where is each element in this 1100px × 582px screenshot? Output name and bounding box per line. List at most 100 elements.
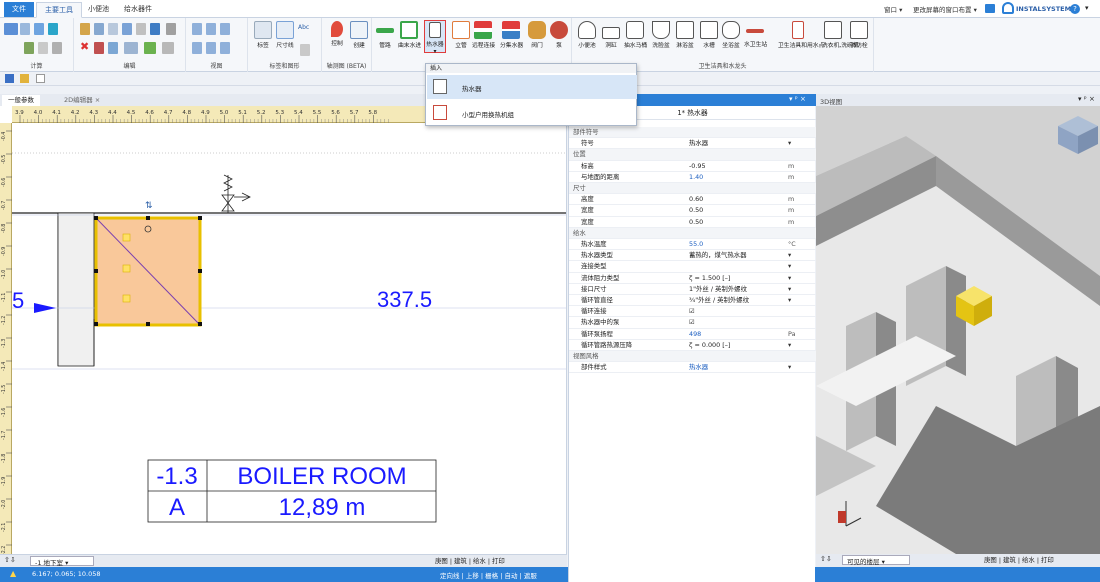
property-value[interactable]: ☑ — [689, 317, 695, 328]
connection-point[interactable] — [122, 233, 131, 242]
grid-icon[interactable] — [38, 42, 48, 54]
riser-button[interactable]: 立管 — [450, 21, 472, 49]
align-icon[interactable] — [150, 23, 160, 35]
screen-icon[interactable] — [985, 4, 995, 13]
view-tab-print[interactable]: 打印 — [492, 557, 505, 565]
property-row[interactable]: 接口尺寸 1"外丝 / 英制外螺纹 ▾ — [569, 284, 816, 295]
property-value[interactable]: 55.0 — [689, 239, 703, 250]
property-row[interactable]: 循环泵扬程 498 Pa — [569, 329, 816, 340]
visible-floors-selector[interactable]: 可见的楼层 ▾ — [842, 555, 910, 566]
property-value[interactable]: 1"外丝 / 英制外螺纹 — [689, 284, 747, 295]
tab-file[interactable]: 文件 — [4, 2, 34, 17]
pump-button[interactable]: 泵 — [548, 21, 570, 49]
property-row[interactable]: 热水器类型 蓄热的，煤气热水器 ▾ — [569, 250, 816, 262]
control-button[interactable]: 控制 — [326, 21, 348, 47]
connection-point[interactable] — [122, 294, 131, 303]
room-tag[interactable]: -1.3 BOILER ROOM A 12,89 m — [147, 459, 437, 523]
zoom-window-icon[interactable] — [220, 23, 230, 35]
calc-icon[interactable] — [4, 23, 18, 35]
dropdown-arrow-icon[interactable]: ▾ — [788, 340, 791, 351]
paste-icon[interactable] — [94, 23, 104, 35]
view-tab-print[interactable]: 打印 — [1041, 556, 1054, 564]
help-icon[interactable]: ? — [1070, 4, 1080, 14]
property-value[interactable]: 0.50 — [689, 217, 703, 228]
tab-supply-fittings[interactable]: 给水器件 — [116, 2, 160, 18]
move-handle-icon[interactable]: ⇅ — [145, 201, 153, 211]
bath-button[interactable]: 洞缸 — [600, 21, 622, 49]
property-row[interactable]: 循环管直径 ¾"外丝 / 英制外螺纹 ▾ — [569, 295, 816, 307]
panel-pin-close-icon[interactable]: ▾ ᵖ × — [1078, 95, 1095, 103]
dropdown-arrow-icon[interactable]: ▾ — [788, 138, 791, 149]
tab-urinal[interactable]: 小便池 — [80, 2, 117, 18]
property-row[interactable]: 流体阻力类型 ζ = 1.500 [–] ▾ — [569, 273, 816, 284]
property-row[interactable]: 热水温度 55.0 °C — [569, 239, 816, 251]
select-icon[interactable] — [162, 42, 174, 54]
zoom-in-icon[interactable] — [192, 23, 202, 35]
toggle-grid[interactable]: 栅格 — [485, 572, 498, 580]
zoom-out-icon[interactable] — [206, 23, 216, 35]
hydrant-button[interactable]: 消防栓 — [848, 21, 870, 49]
property-value[interactable]: -0.95 — [689, 161, 706, 172]
shower-button[interactable]: 淋浴盆 — [674, 21, 696, 49]
open-icon[interactable] — [20, 74, 29, 83]
bidet-button[interactable]: 坐浴盆 — [720, 21, 742, 49]
stretch-icon[interactable] — [124, 42, 138, 54]
3d-view-tabs[interactable]: 庚图 | 建筑 | 给水 | 打印 — [984, 555, 1054, 564]
dropdown-arrow-icon[interactable]: ▾ — [788, 284, 791, 295]
zoom-prev-icon[interactable] — [220, 42, 230, 54]
dropdown-arrow-icon[interactable]: ▾ — [788, 295, 791, 306]
table-icon[interactable] — [20, 23, 30, 35]
property-value[interactable]: ¾"外丝 / 英制外螺纹 — [689, 295, 749, 306]
3d-view[interactable] — [816, 106, 1100, 554]
list-icon[interactable] — [34, 23, 44, 35]
rotate-icon[interactable] — [122, 23, 132, 35]
property-value[interactable]: 蓄热的，煤气热水器 — [689, 250, 747, 261]
view-tabs[interactable]: 庚图 | 建筑 | 给水 | 打印 — [435, 556, 505, 565]
tab-general-params[interactable]: 一般参数 — [2, 95, 40, 106]
menu-item-heat-unit[interactable]: 小型户用换热机组 — [427, 102, 637, 124]
panel-pin-close-icon[interactable]: ▾ ᵖ × — [789, 95, 806, 103]
toggle-orient[interactable]: 定向线 — [440, 572, 460, 580]
water-drop-icon[interactable] — [48, 23, 58, 35]
zoom-all-icon[interactable] — [206, 42, 216, 54]
view-tab-building[interactable]: 建筑 — [454, 557, 467, 565]
status-toggles[interactable]: 定向线 | 上移 | 栅格 | 自动 | 遮服 — [440, 570, 537, 580]
tree-icon[interactable] — [24, 42, 34, 54]
property-row[interactable]: 宽度 0.50 m — [569, 217, 816, 228]
dropdown-arrow-icon[interactable]: ▾ — [788, 273, 791, 284]
property-row[interactable]: 热水器中的泵 ☑ — [569, 317, 816, 329]
copy-icon[interactable] — [80, 23, 90, 35]
dropdown-arrow-icon[interactable]: ▾ — [788, 362, 791, 373]
move-icon[interactable] — [108, 23, 118, 35]
property-value[interactable]: ζ = 1.500 [–] — [689, 273, 730, 284]
sink-button[interactable]: 水槽 — [698, 21, 720, 49]
dimension-button[interactable]: 尺寸线 — [274, 21, 296, 49]
drawing-canvas[interactable]: 3.9 4.0 4.1 4.2 4.3 4.4 4.5 4.6 4.7 4.8 4.9 5.0 5.1 5… — [0, 106, 567, 554]
mirror-icon[interactable] — [136, 23, 146, 35]
property-value[interactable]: 热水器 — [689, 138, 708, 149]
remote-connection-button[interactable]: 远程连接 — [472, 21, 495, 49]
save-icon[interactable] — [5, 74, 14, 83]
toggle-up[interactable]: 上移 — [466, 572, 479, 580]
window-menu[interactable]: 窗口 ▾ — [884, 4, 902, 14]
property-value[interactable]: 0.60 — [689, 194, 703, 205]
view-tab-building[interactable]: 建筑 — [1003, 556, 1016, 564]
washbasin-button[interactable]: 洗脸盆 — [650, 21, 672, 49]
manifold-button[interactable]: 分集水器 — [500, 21, 523, 49]
connection-point[interactable] — [122, 264, 131, 273]
layout-menu[interactable]: 更改屏幕的窗口布置 ▾ — [913, 4, 977, 14]
property-value[interactable]: ☑ — [689, 306, 695, 317]
level-up-icon[interactable]: ⇧⇩ — [4, 556, 16, 564]
array-icon[interactable] — [108, 42, 118, 54]
shape-icon[interactable] — [300, 44, 310, 56]
tab-main-tools[interactable]: 主要工具 — [36, 2, 82, 18]
toggle-auto[interactable]: 自动 — [504, 572, 517, 580]
warning-icon[interactable]: ▲ — [10, 569, 16, 578]
view-tab-plan[interactable]: 庚图 — [984, 556, 997, 564]
view-tab-supply[interactable]: 给水 — [473, 557, 486, 565]
water-heater-button[interactable]: 热水器 ▾ — [424, 20, 446, 55]
create-button[interactable]: 创建 — [348, 21, 370, 49]
tab-2d-editor[interactable]: 2D编辑器 × — [58, 95, 106, 106]
property-row[interactable]: 宽度 0.50 m — [569, 205, 816, 217]
text-abc-button[interactable]: Abc — [298, 24, 309, 31]
